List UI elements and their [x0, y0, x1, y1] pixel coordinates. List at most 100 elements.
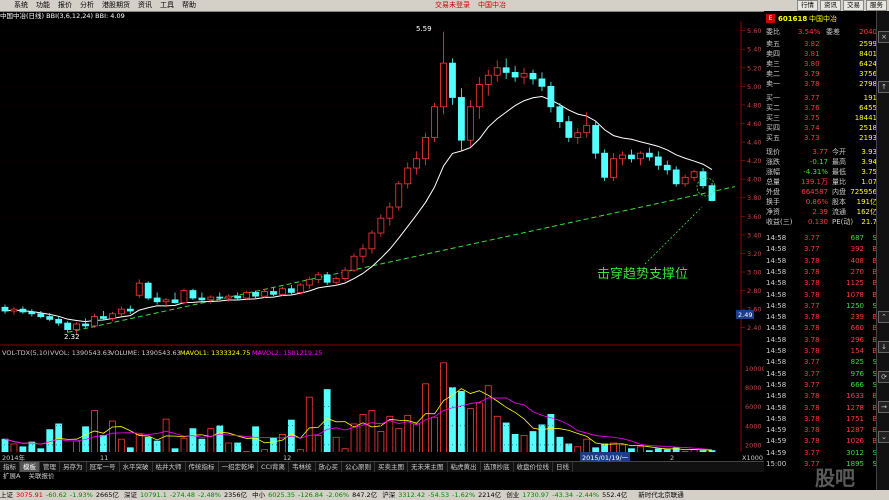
menu-system[interactable]: 系统 — [0, 0, 32, 11]
buy-order-row[interactable]: 买二 3.76 6455 — [764, 103, 877, 113]
candle — [279, 286, 286, 297]
tick-price: 3.77 — [804, 245, 820, 254]
candle — [520, 67, 528, 85]
buy-order-label: 买五 — [766, 134, 780, 142]
buy-order-price: 3.75 — [804, 114, 820, 122]
arrow-up-icon[interactable]: ↑ — [878, 81, 889, 93]
stat-label: 净资 — [766, 208, 780, 216]
weicha-label: 委差 — [826, 28, 840, 36]
tick-volume: 1078 — [846, 290, 864, 299]
tab-extend-a[interactable]: 扩展A — [0, 472, 23, 480]
candle — [645, 147, 653, 161]
stock-code: 601618 — [778, 15, 808, 23]
sell-order-volume: 2599 — [859, 40, 877, 48]
menu-tools[interactable]: 工具 — [156, 0, 178, 11]
kline-chart[interactable]: 5.60 5.40 5.20 5.00 4.80 4.60 4.40 4.20 4.00 3.80… — [0, 21, 764, 461]
candle — [592, 121, 600, 159]
chevron-up-icon[interactable]: ⌃ — [878, 311, 889, 323]
vvol-value: VVOL: 1390543.63 — [50, 349, 111, 357]
tick-price: 3.78 — [804, 335, 820, 344]
index-hs-label[interactable]: 沪深 — [382, 491, 395, 499]
chevron-down-icon[interactable]: ⌄ — [878, 431, 889, 443]
menu-function[interactable]: 功能 — [32, 0, 54, 11]
vol-indicator-name: VOL-TDX(5,10) — [2, 349, 50, 357]
price-tick-label: 4.80 — [747, 101, 761, 109]
button-trade[interactable]: 交易 — [843, 0, 864, 11]
index-sz-label[interactable]: 深证 — [124, 491, 137, 499]
index-hs-amount: 2214亿 — [478, 491, 502, 499]
indicator-name: BBI(3,6,12,24) — [46, 12, 94, 20]
trade-login-status[interactable]: 交易未登录 — [435, 0, 470, 11]
buy-order-volume: 2193 — [859, 134, 877, 142]
tick-time: 14:58 — [766, 414, 787, 423]
low-label: 2.32 — [64, 333, 80, 341]
buy-order-row[interactable]: 买四 3.74 2518 — [764, 123, 877, 133]
index-zx-label[interactable]: 中小 — [252, 491, 265, 499]
tick-row: 14:58 3.78 1278 B — [764, 403, 877, 413]
sell-order-row[interactable]: 卖一 3.78 2798 — [764, 79, 877, 89]
index-sh-label[interactable]: 上证 — [0, 491, 13, 499]
tick-row: 14:58 3.78 408 B — [764, 256, 877, 266]
tick-row: 14:58 3.78 660 B — [764, 323, 877, 333]
weicha-value: 2040 — [859, 28, 877, 36]
menu-help[interactable]: 帮助 — [178, 0, 200, 11]
stat-value: 3.94 — [861, 158, 877, 166]
buy-order-row[interactable]: 买五 3.73 2193 — [764, 133, 877, 143]
stock-period-label: 中国中冶(日线) — [0, 12, 45, 20]
button-news[interactable]: 资讯 — [820, 0, 841, 11]
buy-order-price: 3.74 — [804, 124, 820, 132]
candle — [708, 182, 716, 202]
bbi-value: 4.09 — [110, 12, 125, 20]
stat-value: -0.17 — [809, 158, 828, 166]
buy-order-row[interactable]: 买一 3.77 191 — [764, 93, 877, 103]
index-zx-value: 6025.35 — [268, 491, 295, 499]
sell-order-row[interactable]: 卖二 3.79 3756 — [764, 69, 877, 79]
volume-tick-label: 4000 — [745, 422, 762, 430]
tick-row: 14:58 3.77 976 S — [764, 369, 877, 379]
button-service[interactable]: 服务 — [866, 0, 887, 11]
index-cy-pct: -2.44% — [576, 491, 600, 499]
candle — [314, 272, 322, 284]
support-trend-line — [67, 186, 736, 333]
stat-value: 191亿 — [856, 198, 877, 206]
tick-time: 14:58 — [766, 313, 787, 322]
menu-hk-futures[interactable]: 港股期货 — [98, 0, 134, 11]
tick-time: 14:58 — [766, 324, 787, 333]
menu-analysis[interactable]: 分析 — [76, 0, 98, 11]
candle — [529, 69, 537, 85]
tab-related-quote[interactable]: 关联报价 — [26, 472, 58, 480]
tick-volume: 392 — [850, 245, 864, 254]
sell-order-row[interactable]: 卖四 3.81 8401 — [764, 49, 877, 59]
buy-order-row[interactable]: 买三 3.75 18441 — [764, 113, 877, 123]
button-market[interactable]: 行情 — [797, 0, 818, 11]
stat-label: 总量 — [766, 178, 780, 186]
index-cy-label[interactable]: 创业 — [506, 491, 519, 499]
arrow-down-icon[interactable]: ↓ — [878, 341, 889, 353]
price-tick-label: 4.60 — [747, 120, 761, 128]
candle — [431, 103, 438, 143]
stat-value: 725956 — [850, 188, 877, 196]
candle — [574, 128, 582, 144]
candle — [359, 244, 367, 263]
candle — [484, 69, 492, 96]
sell-order-price: 3.80 — [804, 60, 820, 68]
tick-row: 14:59 3.77 3012 S — [764, 448, 877, 458]
stat-row: 净资 2.39 流通 162亿 — [764, 207, 877, 217]
tick-price: 3.78 — [804, 414, 820, 423]
sell-order-label: 卖二 — [766, 70, 780, 78]
menu-quote[interactable]: 报价 — [54, 0, 76, 11]
arrow-right-icon[interactable]: → — [878, 401, 889, 413]
tick-volume: 976 — [850, 369, 864, 378]
candle — [108, 311, 116, 322]
refresh-icon[interactable]: ⟳ — [878, 371, 889, 383]
price-tick-label: 4.20 — [747, 157, 761, 165]
sell-order-row[interactable]: 卖三 3.80 6424 — [764, 59, 877, 69]
close-icon[interactable]: × — [878, 31, 889, 43]
stat-row: 外盘 664587 内盘 725956 — [764, 187, 877, 197]
sell-order-row[interactable]: 卖五 3.82 2599 — [764, 39, 877, 49]
sell-order-price: 3.81 — [804, 50, 820, 58]
menu-info[interactable]: 资讯 — [134, 0, 156, 11]
candle — [395, 181, 403, 211]
candle — [565, 116, 573, 143]
sell-order-volume: 6424 — [859, 60, 877, 68]
